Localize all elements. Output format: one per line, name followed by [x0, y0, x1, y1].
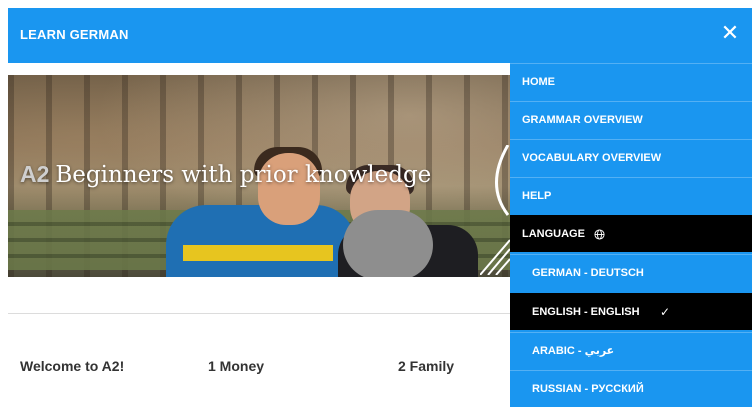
app-title: LEARN GERMAN: [20, 27, 129, 42]
app-header: LEARN GERMAN ✕: [8, 8, 752, 63]
language-option-german[interactable]: GERMAN - DEUTSCH: [510, 254, 752, 291]
menu-item-language[interactable]: LANGUAGE: [510, 215, 752, 252]
divider: [8, 313, 510, 314]
globe-icon: [594, 229, 605, 240]
menu-item-vocabulary-overview[interactable]: VOCABULARY OVERVIEW: [510, 139, 752, 176]
hero-image: A2 Beginners with prior knowledge: [8, 75, 510, 277]
decorative-lines: [480, 145, 510, 275]
level-label: A2: [20, 161, 50, 187]
language-option-russian[interactable]: RUSSIAN - РУССКИЙ: [510, 370, 752, 407]
language-option-english[interactable]: ENGLISH - ENGLISH ✓: [510, 293, 752, 330]
side-menu: HOME GRAMMAR OVERVIEW VOCABULARY OVERVIE…: [510, 63, 752, 407]
lesson-tabs: Welcome to A2! 1 Money 2 Family: [0, 358, 510, 378]
language-option-english-label: ENGLISH - ENGLISH: [532, 306, 640, 318]
language-label: LANGUAGE: [522, 228, 585, 240]
menu-item-home[interactable]: HOME: [510, 63, 752, 100]
checkmark-icon: ✓: [660, 305, 671, 319]
menu-item-grammar-overview[interactable]: GRAMMAR OVERVIEW: [510, 101, 752, 138]
tab-welcome[interactable]: Welcome to A2!: [20, 358, 124, 374]
menu-item-help[interactable]: HELP: [510, 177, 752, 214]
tab-family[interactable]: 2 Family: [398, 358, 454, 374]
tab-money[interactable]: 1 Money: [208, 358, 264, 374]
language-option-arabic[interactable]: ARABIC - عربي: [510, 332, 752, 369]
close-icon[interactable]: ✕: [720, 22, 740, 46]
hero-headline: A2 Beginners with prior knowledge: [20, 161, 431, 188]
hero-title: Beginners with prior knowledge: [55, 162, 432, 188]
